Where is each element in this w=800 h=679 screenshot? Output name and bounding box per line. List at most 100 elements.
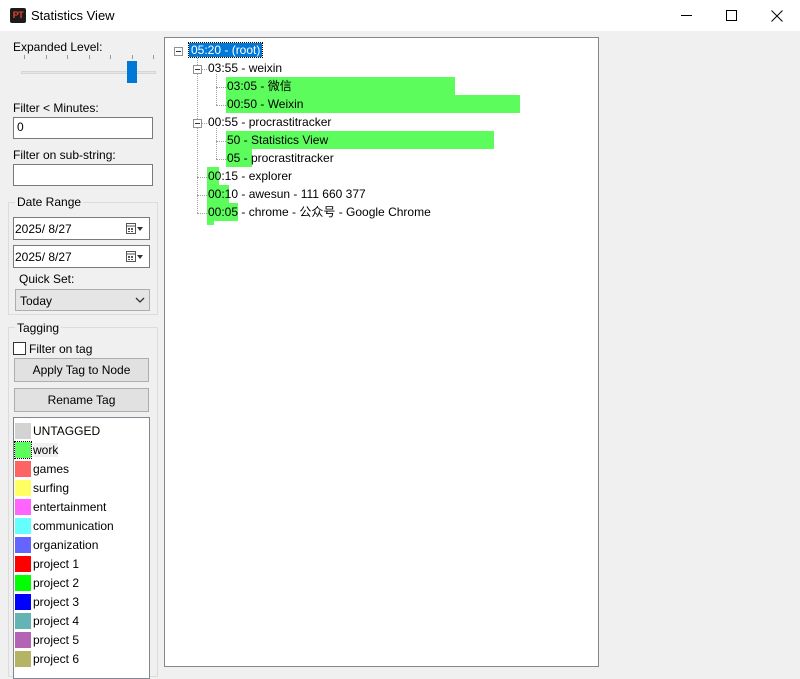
window-title: Statistics View <box>31 8 115 23</box>
tag-name: organization <box>33 538 99 552</box>
maximize-button[interactable] <box>708 0 754 31</box>
minimize-button[interactable] <box>663 0 709 31</box>
tag-name: work <box>33 443 59 457</box>
quick-set-label: Quick Set: <box>19 272 75 286</box>
tagging-label: Tagging <box>15 321 62 335</box>
filter-minutes-input[interactable]: 0 <box>13 117 153 139</box>
tag-list-item[interactable]: project 2 <box>15 573 145 592</box>
minimize-icon <box>680 15 692 16</box>
tag-color-swatch <box>15 556 31 572</box>
tag-bar <box>207 216 214 225</box>
tag-list-item[interactable]: project 5 <box>15 630 145 649</box>
tree-connector <box>216 87 226 88</box>
filter-substring-input[interactable] <box>13 164 153 186</box>
tree-node[interactable]: 00:50 - Weixin <box>227 97 303 112</box>
tag-color-swatch <box>15 651 31 667</box>
maximize-icon <box>725 10 737 21</box>
filter-minutes-label: Filter < Minutes: <box>13 101 99 115</box>
tree-node-root[interactable]: 05:20 - (root) <box>187 42 264 58</box>
tree-node[interactable]: 03:05 - 微信 <box>227 79 292 94</box>
close-icon <box>771 9 783 22</box>
tree-node[interactable]: 03:55 - weixin <box>208 61 282 76</box>
apply-tag-button[interactable]: Apply Tag to Node <box>14 358 149 382</box>
start-date-picker[interactable]: 2025/ 8/27 <box>13 217 150 240</box>
end-date-picker[interactable]: 2025/ 8/27 <box>13 245 150 268</box>
tag-color-swatch <box>15 632 31 648</box>
tag-color-swatch <box>15 537 31 553</box>
tag-name: UNTAGGED <box>33 424 101 438</box>
tag-list-item[interactable]: organization <box>15 535 145 554</box>
slider-tick <box>45 55 47 59</box>
tree-node[interactable]: 00:55 - procrastitracker <box>208 115 331 130</box>
close-button[interactable] <box>754 0 800 31</box>
tree-node-label: 05:20 - (root) <box>187 42 264 58</box>
tag-color-swatch <box>15 575 31 591</box>
tag-name: communication <box>33 519 114 533</box>
tree-node-label: 03:55 - weixin <box>208 61 283 75</box>
tag-color-swatch <box>15 480 31 496</box>
tree-node-label: 03:05 - 微信 <box>227 79 292 93</box>
tag-list-item[interactable]: project 3 <box>15 592 145 611</box>
end-date-value: 2025/ 8/27 <box>15 250 72 264</box>
tag-color-swatch <box>15 423 31 439</box>
tree-node-label: 05 - procrastitracker <box>227 151 334 165</box>
tag-list-item[interactable]: UNTAGGED <box>15 421 145 440</box>
date-range-label: Date Range <box>15 195 84 209</box>
tree-node-label: 00:10 - awesun - 111 660 377 <box>208 187 366 201</box>
tag-list[interactable]: UNTAGGED work games surfing entertainment com… <box>13 417 150 679</box>
tag-color-swatch <box>14 441 32 459</box>
filter-substring-label: Filter on sub-string: <box>13 148 116 162</box>
tag-name: project 2 <box>33 576 80 590</box>
tag-list-item[interactable]: project 4 <box>15 611 145 630</box>
tag-name: project 6 <box>33 652 80 666</box>
tree-connector <box>197 177 207 178</box>
statistics-tree[interactable]: 05:20 - (root) 03:55 - weixin 03:05 - 微信 00… <box>164 37 599 667</box>
start-date-value: 2025/ 8/27 <box>15 222 72 236</box>
tag-color-swatch <box>15 594 31 610</box>
tag-list-item[interactable]: entertainment <box>15 497 145 516</box>
quick-set-value: Today <box>20 294 53 308</box>
tag-color-swatch <box>15 499 31 515</box>
app-icon: PT <box>10 8 26 23</box>
tree-connector <box>216 128 217 159</box>
tree-node[interactable]: 00:05 - chrome - 公众号 - Google Chrome <box>208 205 431 220</box>
slider-tick <box>24 55 25 59</box>
tag-color-swatch <box>15 518 31 534</box>
filter-on-tag-checkbox[interactable] <box>13 342 26 355</box>
tree-node-label: 00:50 - Weixin <box>227 97 304 111</box>
tag-list-item[interactable]: surfing <box>15 478 145 497</box>
calendar-dropdown-icon[interactable] <box>126 251 144 263</box>
tree-connector <box>197 56 198 213</box>
collapse-icon[interactable] <box>193 119 202 128</box>
slider-tick <box>153 55 154 59</box>
tag-name: project 5 <box>33 633 80 647</box>
collapse-icon[interactable] <box>193 65 202 74</box>
slider-tick <box>110 55 111 59</box>
tree-node[interactable]: 05 - procrastitracker <box>227 151 334 166</box>
tag-name: games <box>33 462 70 476</box>
tree-connector <box>216 105 226 106</box>
tag-list-item[interactable]: games <box>15 459 145 478</box>
tag-list-item[interactable]: work <box>14 440 145 459</box>
tag-name: surfing <box>33 481 70 495</box>
tag-list-item[interactable]: project 1 <box>15 554 145 573</box>
tree-node[interactable]: 00:15 - explorer <box>208 169 292 184</box>
tree-connector <box>197 195 207 196</box>
collapse-icon[interactable] <box>174 47 183 56</box>
tag-name: project 1 <box>33 557 80 571</box>
rename-tag-button[interactable]: Rename Tag <box>14 388 149 412</box>
tree-node[interactable]: 50 - Statistics View <box>227 133 328 148</box>
filter-on-tag-label: Filter on tag <box>29 342 93 356</box>
tree-connector <box>216 141 226 142</box>
expanded-level-slider[interactable] <box>126 61 137 83</box>
chevron-down-icon <box>135 297 145 303</box>
tag-list-item[interactable]: project 6 <box>15 649 145 668</box>
tag-name: project 3 <box>33 595 80 609</box>
calendar-dropdown-icon[interactable] <box>126 223 144 235</box>
tree-connector <box>197 213 207 214</box>
quick-set-dropdown[interactable]: Today <box>15 289 150 311</box>
tag-list-item[interactable]: communication <box>15 516 145 535</box>
tree-node-label: 50 - Statistics View <box>227 133 329 147</box>
tree-connector <box>216 74 217 105</box>
tree-node[interactable]: 00:10 - awesun - 111 660 377 <box>208 187 366 202</box>
